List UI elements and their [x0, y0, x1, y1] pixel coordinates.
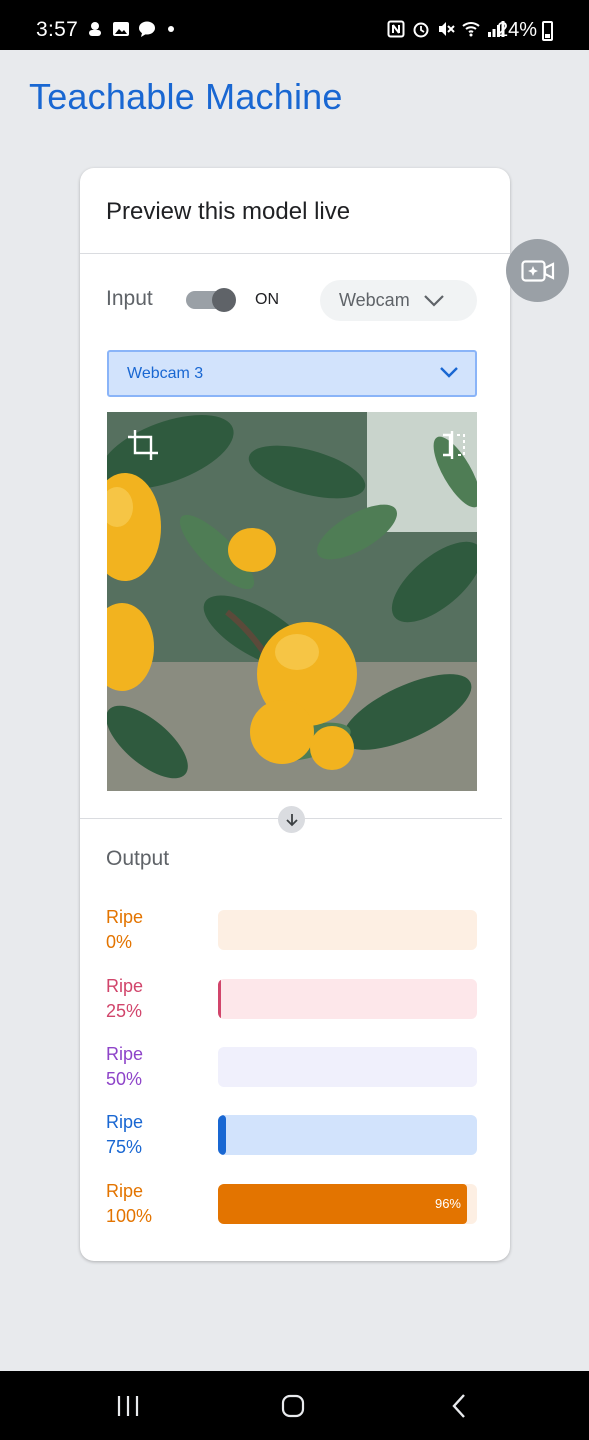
class-name: Ripe [106, 1044, 144, 1064]
flip-icon[interactable] [441, 429, 467, 461]
arrow-down-icon [285, 813, 298, 826]
class-label: Ripe 50% [106, 1042, 206, 1092]
confidence-bar [218, 979, 477, 1019]
class-label: Ripe 75% [106, 1110, 206, 1160]
confidence-fill [218, 1115, 226, 1155]
confidence-bar: 96% [218, 1184, 477, 1224]
talk-icon [139, 21, 155, 37]
notification-icons [86, 20, 174, 38]
class-name: Ripe [106, 907, 144, 927]
system-icons [387, 20, 505, 38]
class-subtitle: 0% [106, 932, 133, 952]
input-toggle[interactable] [186, 288, 236, 312]
confidence-bar [218, 1047, 477, 1087]
system-nav-bar [0, 1371, 589, 1440]
preview-card: Preview this model live Input ON Webcam … [80, 168, 510, 1261]
divider [80, 253, 510, 254]
video-camera-icon [520, 259, 554, 282]
mute-icon [439, 22, 455, 36]
class-label: Ripe 100% [106, 1179, 206, 1229]
camera-select-value: Webcam 3 [127, 364, 204, 382]
expand-button[interactable] [278, 806, 305, 833]
home-icon[interactable] [281, 1393, 305, 1419]
class-name: Ripe [106, 1112, 144, 1132]
webcam-image [107, 412, 477, 791]
confidence-fill [218, 979, 221, 1019]
class-subtitle: 50% [106, 1069, 143, 1089]
recent-apps-icon[interactable] [116, 1393, 140, 1419]
confidence-bar [218, 910, 477, 950]
status-time: 3:57 [36, 18, 79, 41]
confidence-percent: 96% [434, 1196, 461, 1211]
class-name: Ripe [106, 976, 144, 996]
source-label: Webcam [339, 290, 410, 310]
crop-icon[interactable] [127, 429, 159, 461]
class-subtitle: 100% [106, 1206, 153, 1226]
webcam-preview [107, 412, 477, 791]
status-bar: 3:57 24% [0, 0, 589, 50]
class-label: Ripe 0% [106, 905, 206, 955]
wifi-icon [462, 22, 480, 37]
source-dropdown-button[interactable]: Webcam [320, 280, 477, 321]
class-label: Ripe 25% [106, 974, 206, 1024]
class-row: Ripe 50% [106, 1042, 478, 1094]
class-subtitle: 75% [106, 1137, 143, 1157]
gallery-icon [113, 22, 129, 36]
camera-select[interactable]: Webcam 3 [107, 350, 477, 397]
battery-percent: 24% [496, 19, 537, 41]
chevron-down-icon [423, 294, 444, 307]
camera-fab-button[interactable] [506, 239, 569, 302]
app-title[interactable]: Teachable Machine [29, 76, 343, 118]
battery-icon [542, 21, 553, 41]
notification-icon [89, 22, 101, 36]
card-title: Preview this model live [106, 198, 351, 225]
dot-icon [168, 26, 174, 32]
class-row: Ripe 0% [106, 905, 478, 957]
nfc-icon [387, 20, 405, 38]
confidence-fill [218, 1184, 467, 1224]
chevron-down-icon [440, 367, 458, 378]
class-name: Ripe [106, 1181, 144, 1201]
output-label: Output [106, 847, 170, 870]
input-label: Input [106, 287, 153, 310]
toggle-state-label: ON [255, 291, 279, 308]
toggle-knob [212, 288, 236, 312]
class-row: Ripe 25% [106, 974, 478, 1026]
class-row: Ripe 100% 96% [106, 1179, 478, 1231]
alarm-icon [413, 22, 429, 38]
back-icon[interactable] [450, 1393, 468, 1419]
class-subtitle: 25% [106, 1001, 143, 1021]
confidence-bar [218, 1115, 477, 1155]
class-row: Ripe 75% [106, 1110, 478, 1162]
